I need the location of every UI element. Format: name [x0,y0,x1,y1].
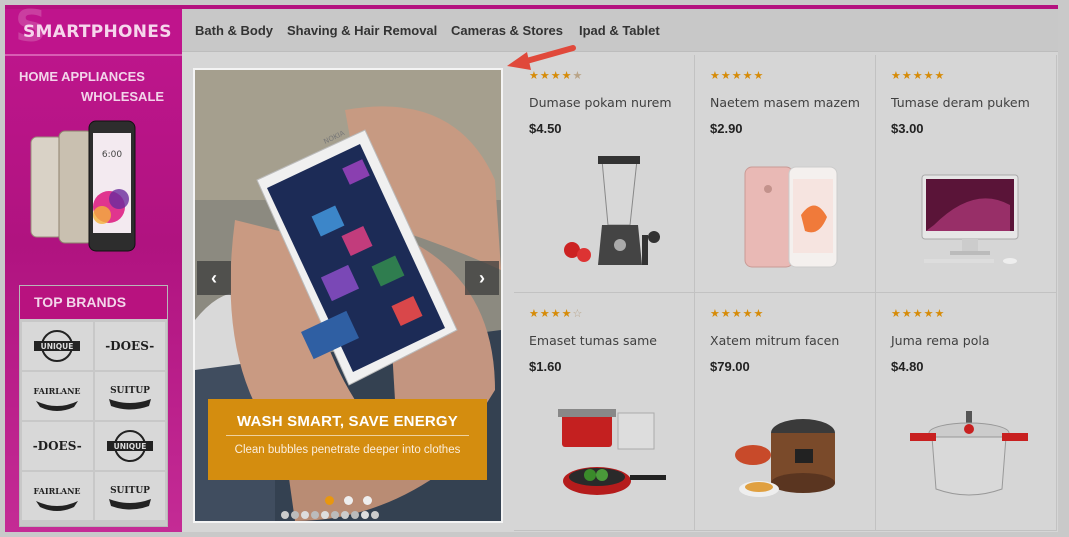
caption-subtitle: Clean bubbles penetrate deeper into clot… [234,444,461,456]
cookware-set-image[interactable] [542,393,672,513]
product-card[interactable]: ★★★★★ Dumase pokam nurem $4.50 [514,55,695,293]
nav-item-bath-body[interactable]: Bath & Body [195,23,273,38]
banner-line-1[interactable]: HOME APPLIANCES [19,69,145,84]
brand-unique-logo: UNIQUE [34,330,81,362]
smartphones-banner-image[interactable]: 6:00 [27,117,167,257]
nav-item-ipad-tablet[interactable]: Ipad & Tablet [579,23,660,38]
chevron-right-icon: › [479,267,485,288]
brand-does-text: -DOES- [32,439,82,453]
slider-dot[interactable] [363,496,372,505]
product-name[interactable]: Naetem masem mazem [710,95,860,110]
brand-logo[interactable]: FAIRLANE [22,372,93,420]
slider-dot[interactable] [325,496,334,505]
slide-caption: WASH SMART, SAVE ENERGY Clean bubbles pe… [208,399,487,480]
brand-suitup-logo: SUITUP [108,486,151,510]
slider-pagination [325,496,372,505]
hero-slider[interactable]: NOKIA ‹ › WASH SMART, SAVE ENERGY Clean … [193,68,503,523]
brand-fairlane-logo: FAIRLANE [34,486,81,511]
brand-suitup-logo: SUITUP [108,386,151,410]
brand-logo-text: UNIQUE [41,342,74,351]
iphone-rose-gold-image[interactable] [723,155,853,275]
brand-logo-text: FAIRLANE [34,486,81,496]
category-title: SMARTPHONES [23,22,172,42]
svg-text:6:00: 6:00 [102,150,122,160]
brand-logo[interactable]: UNIQUE [22,322,93,370]
sidebar: S SMARTPHONES HOME APPLIANCES WHOLESALE … [5,1,182,532]
divider [5,54,182,56]
chevron-left-icon: ‹ [211,267,217,288]
brand-grid: UNIQUE -DOES- FAIRLANE SUITUP -DOES- UNI… [20,319,167,520]
brand-logo[interactable]: -DOES- [22,422,93,470]
imac-image[interactable] [904,155,1034,275]
product-grid: ★★★★★ Dumase pokam nurem $4.50 ★★★★★ Nae… [514,55,1058,532]
product-name[interactable]: Emaset tumas same [529,333,657,348]
product-price: $3.00 [891,121,924,136]
slider-next-button[interactable]: › [465,261,499,295]
category-title-button[interactable]: S SMARTPHONES [5,1,182,54]
rating-stars-icon: ★★★★★ [529,70,584,82]
rating-stars-icon: ★★★★★ [891,70,946,82]
brand-logo[interactable]: SUITUP [94,472,165,520]
product-card[interactable]: ★★★★★ Tumase deram pukem $3.00 [876,55,1057,293]
product-price: $2.90 [710,121,743,136]
brand-logo[interactable]: SUITUP [94,372,165,420]
brand-logo-text: SUITUP [110,486,150,496]
nav-item-cameras[interactable]: Cameras & Stores [451,23,563,38]
product-price: $1.60 [529,359,562,374]
blender-image[interactable] [542,155,672,275]
rating-stars-icon: ★★★★★ [891,308,946,320]
product-name[interactable]: Xatem mitrum facen [710,333,839,348]
pressure-cooker-image[interactable] [904,393,1034,513]
slider-dot[interactable] [344,496,353,505]
banner-line-2[interactable]: WHOLESALE [81,89,164,104]
category-nav: Bath & Body Shaving & Hair Removal Camer… [182,9,1058,52]
brand-logo[interactable]: -DOES- [94,322,165,370]
slider-prev-button[interactable]: ‹ [197,261,231,295]
product-name[interactable]: Juma rema pola [891,333,990,348]
rating-stars-icon: ★★★★★ [710,308,765,320]
product-card[interactable]: ★★★★★ Xatem mitrum facen $79.00 [695,293,876,531]
product-card[interactable]: ★★★★★ Juma rema pola $4.80 [876,293,1057,531]
brand-unique-logo: UNIQUE [106,430,153,462]
rice-cooker-image[interactable] [723,393,853,513]
brand-logo[interactable]: FAIRLANE [22,472,93,520]
top-brands-title: TOP BRANDS [20,286,167,319]
product-price: $4.80 [891,359,924,374]
brand-does-text: -DOES- [105,339,155,353]
product-card[interactable]: ★★★★★ Naetem masem mazem $2.90 [695,55,876,293]
rating-stars-icon: ★★★★★ [710,70,765,82]
product-price: $4.50 [529,121,562,136]
caption-divider [226,435,469,436]
brand-logo[interactable]: UNIQUE [94,422,165,470]
brand-logo-text: SUITUP [110,386,150,396]
caption-title: WASH SMART, SAVE ENERGY [236,413,459,430]
rating-stars-icon: ★★★★☆ [529,308,584,320]
product-name[interactable]: Dumase pokam nurem [529,95,672,110]
product-price: $79.00 [710,359,750,374]
product-name[interactable]: Tumase deram pukem [891,95,1030,110]
brand-logo-text: FAIRLANE [34,386,81,396]
brand-fairlane-logo: FAIRLANE [34,386,81,411]
nav-item-shaving[interactable]: Shaving & Hair Removal [287,23,437,38]
brand-logo-text: UNIQUE [113,442,146,451]
top-brands-box: TOP BRANDS UNIQUE -DOES- FAIRLANE SUITUP… [19,285,168,527]
product-card[interactable]: ★★★★☆ Emaset tumas same $1.60 [514,293,695,531]
